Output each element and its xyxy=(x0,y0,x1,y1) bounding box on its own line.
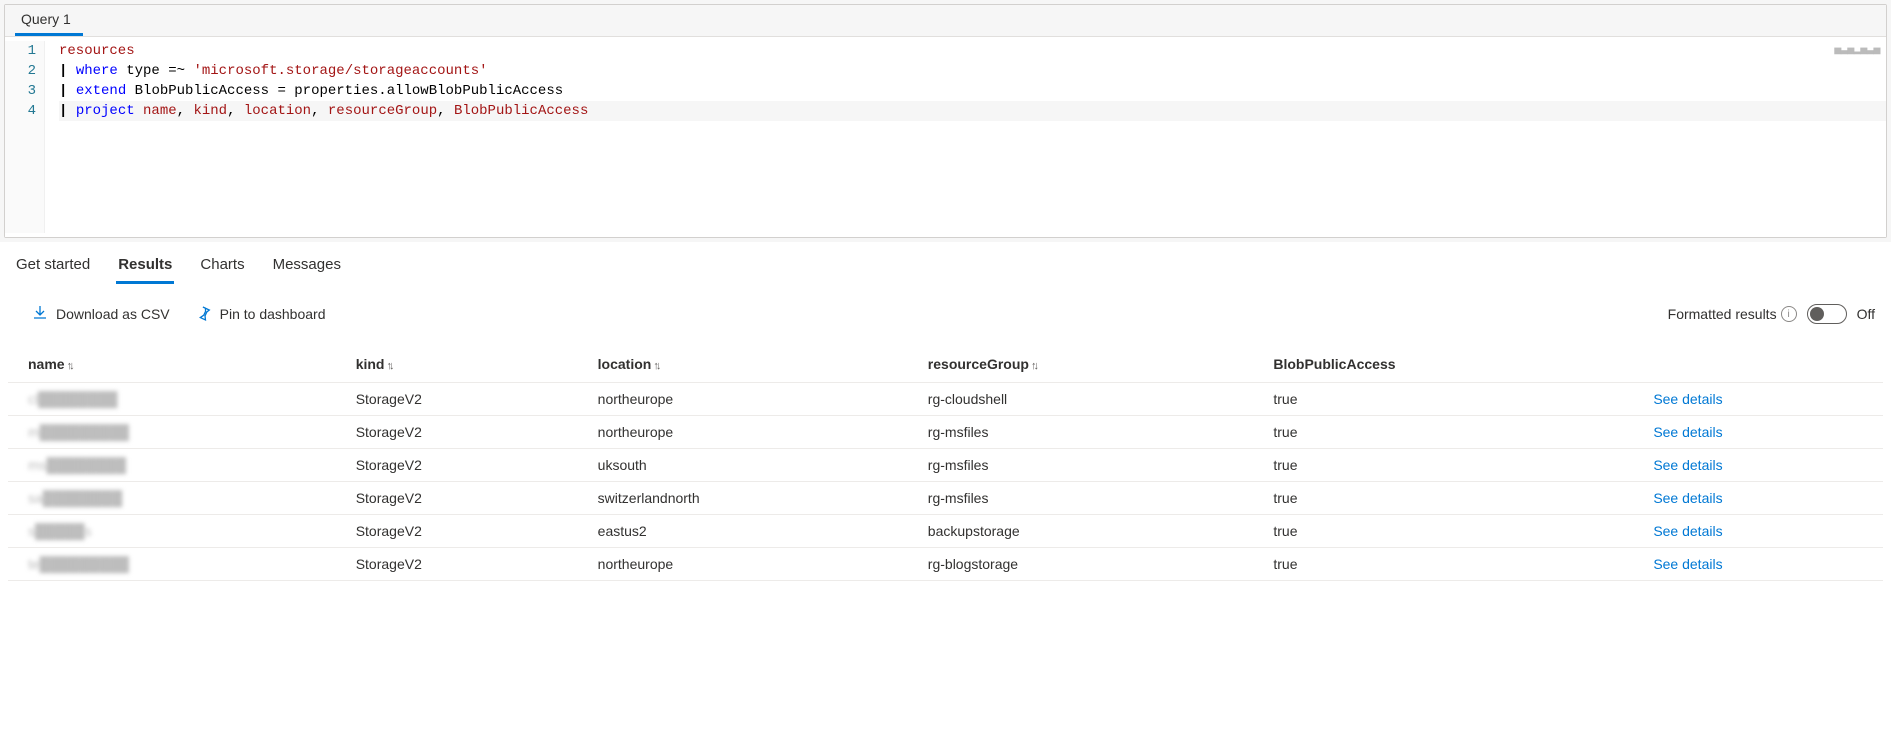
cell-location: northeurope xyxy=(578,383,908,416)
cell-kind: StorageV2 xyxy=(336,383,578,416)
cell-name: m█████████ xyxy=(8,416,336,449)
cell-name: te█████████ xyxy=(8,548,336,581)
query-tab-bar: Query 1 xyxy=(5,5,1886,37)
result-tab-bar: Get started Results Charts Messages xyxy=(8,242,1883,284)
table-row[interactable]: cl████████StorageV2northeuroperg-cloudsh… xyxy=(8,383,1883,416)
cell-blobPublicAccess: true xyxy=(1253,515,1633,548)
pin-dashboard-label: Pin to dashboard xyxy=(220,306,326,322)
sort-icon: ↑↓ xyxy=(386,360,391,372)
line-number: 2 xyxy=(13,61,36,81)
column-header-details xyxy=(1633,346,1883,383)
cell-details: See details xyxy=(1633,416,1883,449)
column-header-kind[interactable]: kind ↑↓ xyxy=(336,346,578,383)
cell-resourceGroup: rg-cloudshell xyxy=(908,383,1254,416)
cell-location: eastus2 xyxy=(578,515,908,548)
formatted-results-toggle[interactable] xyxy=(1807,304,1847,324)
table-row[interactable]: ms████████StorageV2uksouthrg-msfilestrue… xyxy=(8,449,1883,482)
query-panel: Query 1 1234 resources| where type =~ 'm… xyxy=(4,4,1887,238)
toggle-knob xyxy=(1810,307,1824,321)
results-panel: Get started Results Charts Messages Downloa… xyxy=(0,242,1891,735)
editor-gutter: 1234 xyxy=(5,41,45,233)
cell-kind: StorageV2 xyxy=(336,449,578,482)
code-line[interactable]: resources xyxy=(59,41,1886,61)
cell-blobPublicAccess: true xyxy=(1253,449,1633,482)
cell-location: northeurope xyxy=(578,416,908,449)
cell-details: See details xyxy=(1633,449,1883,482)
cell-location: northeurope xyxy=(578,548,908,581)
sort-icon: ↑↓ xyxy=(653,360,658,372)
cell-details: See details xyxy=(1633,482,1883,515)
sort-icon: ↑↓ xyxy=(67,360,72,372)
table-row[interactable]: s█████sStorageV2eastus2backupstoragetrue… xyxy=(8,515,1883,548)
tab-messages[interactable]: Messages xyxy=(271,252,343,284)
tab-results[interactable]: Results xyxy=(116,252,174,284)
editor-code[interactable]: resources| where type =~ 'microsoft.stor… xyxy=(45,41,1886,233)
download-csv-label: Download as CSV xyxy=(56,306,170,322)
cell-blobPublicAccess: true xyxy=(1253,482,1633,515)
cell-resourceGroup: rg-blogstorage xyxy=(908,548,1254,581)
line-number: 4 xyxy=(13,101,36,121)
see-details-link[interactable]: See details xyxy=(1653,391,1722,407)
download-csv-button[interactable]: Download as CSV xyxy=(32,305,170,324)
tab-get-started[interactable]: Get started xyxy=(14,252,92,284)
results-table: name ↑↓kind ↑↓location ↑↓resourceGroup ↑… xyxy=(8,346,1883,581)
cell-name: sa████████ xyxy=(8,482,336,515)
cell-details: See details xyxy=(1633,515,1883,548)
page-root: Query 1 1234 resources| where type =~ 'm… xyxy=(0,0,1891,735)
watermark: ▅▃▅▂▅▃▅ xyxy=(1834,39,1880,59)
table-row[interactable]: m█████████StorageV2northeuroperg-msfiles… xyxy=(8,416,1883,449)
info-icon[interactable]: i xyxy=(1781,306,1797,322)
code-line[interactable]: | where type =~ 'microsoft.storage/stora… xyxy=(59,61,1886,81)
cell-location: switzerlandnorth xyxy=(578,482,908,515)
see-details-link[interactable]: See details xyxy=(1653,556,1722,572)
pin-dashboard-button[interactable]: Pin to dashboard xyxy=(196,305,326,324)
cell-name: cl████████ xyxy=(8,383,336,416)
cell-kind: StorageV2 xyxy=(336,515,578,548)
see-details-link[interactable]: See details xyxy=(1653,523,1722,539)
cell-location: uksouth xyxy=(578,449,908,482)
cell-resourceGroup: rg-msfiles xyxy=(908,482,1254,515)
see-details-link[interactable]: See details xyxy=(1653,424,1722,440)
toggle-state-label: Off xyxy=(1857,306,1875,322)
code-line[interactable]: | project name, kind, location, resource… xyxy=(59,101,1886,121)
column-header-location[interactable]: location ↑↓ xyxy=(578,346,908,383)
cell-blobPublicAccess: true xyxy=(1253,548,1633,581)
sort-icon: ↑↓ xyxy=(1031,360,1036,372)
cell-resourceGroup: rg-msfiles xyxy=(908,449,1254,482)
query-tab[interactable]: Query 1 xyxy=(15,5,83,36)
results-toolbar: Download as CSV Pin to dashboard Formatt… xyxy=(8,284,1883,338)
cell-blobPublicAccess: true xyxy=(1253,416,1633,449)
pin-icon xyxy=(196,305,212,324)
cell-kind: StorageV2 xyxy=(336,548,578,581)
cell-details: See details xyxy=(1633,383,1883,416)
column-header-name[interactable]: name ↑↓ xyxy=(8,346,336,383)
code-line[interactable]: | extend BlobPublicAccess = properties.a… xyxy=(59,81,1886,101)
column-header-blobPublicAccess: BlobPublicAccess xyxy=(1253,346,1633,383)
cell-kind: StorageV2 xyxy=(336,482,578,515)
table-row[interactable]: te█████████StorageV2northeuroperg-blogst… xyxy=(8,548,1883,581)
cell-kind: StorageV2 xyxy=(336,416,578,449)
formatted-results-label: Formatted results xyxy=(1668,306,1777,322)
cell-name: ms████████ xyxy=(8,449,336,482)
code-editor[interactable]: 1234 resources| where type =~ 'microsoft… xyxy=(5,37,1886,237)
see-details-link[interactable]: See details xyxy=(1653,490,1722,506)
cell-blobPublicAccess: true xyxy=(1253,383,1633,416)
table-row[interactable]: sa████████StorageV2switzerlandnorthrg-ms… xyxy=(8,482,1883,515)
line-number: 3 xyxy=(13,81,36,101)
table-header-row: name ↑↓kind ↑↓location ↑↓resourceGroup ↑… xyxy=(8,346,1883,383)
cell-resourceGroup: backupstorage xyxy=(908,515,1254,548)
line-number: 1 xyxy=(13,41,36,61)
column-header-resourceGroup[interactable]: resourceGroup ↑↓ xyxy=(908,346,1254,383)
cell-details: See details xyxy=(1633,548,1883,581)
download-icon xyxy=(32,305,48,324)
see-details-link[interactable]: See details xyxy=(1653,457,1722,473)
cell-resourceGroup: rg-msfiles xyxy=(908,416,1254,449)
tab-charts[interactable]: Charts xyxy=(198,252,246,284)
table-body: cl████████StorageV2northeuroperg-cloudsh… xyxy=(8,383,1883,581)
cell-name: s█████s xyxy=(8,515,336,548)
